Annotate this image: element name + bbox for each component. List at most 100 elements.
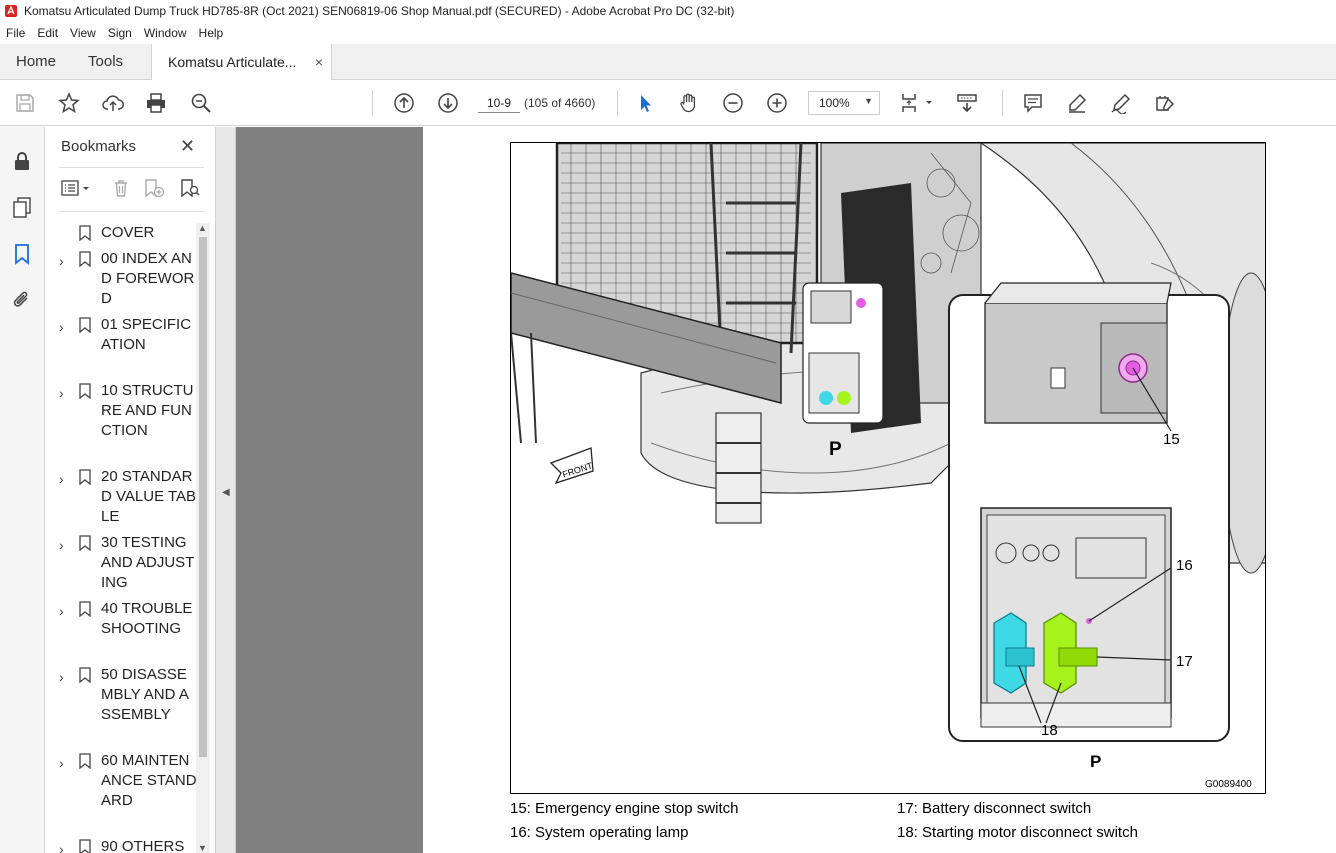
callout-15: 15: [1163, 431, 1180, 448]
next-page-icon[interactable]: [435, 90, 461, 116]
collapse-arrow-icon[interactable]: ◀: [222, 487, 230, 498]
menu-view[interactable]: View: [64, 26, 102, 40]
bookmark-label: 20 STANDARD VALUE TABLE: [101, 468, 197, 525]
menu-bar: File Edit View Sign Window Help: [0, 22, 1336, 44]
bookmark-flag-icon: [79, 839, 91, 853]
navigation-rail: [0, 127, 45, 853]
bookmarks-title: Bookmarks: [61, 138, 137, 155]
bookmark-scrollbar[interactable]: ▲ ▼: [196, 223, 210, 853]
chevron-right-icon[interactable]: ›: [59, 469, 69, 489]
bookmark-flag-icon: [79, 317, 91, 333]
tab-bar: Home Tools Komatsu Articulate... ×: [0, 44, 1336, 80]
lock-icon[interactable]: [9, 148, 35, 174]
bookmark-star-icon[interactable]: [56, 90, 82, 116]
bookmark-flag-icon: [79, 753, 91, 769]
chevron-right-icon[interactable]: ›: [59, 601, 69, 621]
toolbar-separator: [617, 90, 618, 116]
caption-17: 17: Battery disconnect switch: [897, 800, 1092, 817]
zoom-in-icon[interactable]: [764, 90, 790, 116]
zoom-search-icon[interactable]: [188, 90, 214, 116]
page-number-input[interactable]: 10-9: [478, 93, 520, 113]
bookmarks-panel-icon[interactable]: [9, 241, 35, 267]
scroll-down-icon[interactable]: ▼: [198, 843, 207, 853]
bookmarks-panel: Bookmarks ✕ COVER › 00 INDEX AND FOREWORD ›…: [45, 127, 216, 853]
zoom-select[interactable]: 100% ▼: [808, 91, 880, 115]
bookmark-label: 30 TESTING AND ADJUSTING: [101, 534, 195, 591]
document-viewer[interactable]: 15 16 17 18 FRONT P P G0089400 15: Emerg…: [236, 127, 1336, 853]
chevron-right-icon[interactable]: ›: [59, 667, 69, 687]
menu-file[interactable]: File: [0, 26, 31, 40]
bookmark-flag-icon: [79, 469, 91, 485]
menu-sign[interactable]: Sign: [102, 26, 138, 40]
view-label-p: P: [829, 439, 842, 460]
bookmark-flag-icon: [79, 225, 91, 241]
bookmark-label: 60 MAINTENANCE STANDARD: [101, 752, 197, 809]
callout-16: 16: [1176, 557, 1193, 574]
chevron-right-icon[interactable]: ›: [59, 535, 69, 555]
bookmark-label: COVER: [101, 224, 155, 241]
select-cursor-icon[interactable]: [632, 90, 658, 116]
pdf-page: 15 16 17 18 FRONT P P G0089400 15: Emerg…: [423, 127, 1336, 853]
close-icon[interactable]: ✕: [180, 136, 195, 157]
bookmark-flag-icon: [79, 535, 91, 551]
upload-cloud-icon[interactable]: [100, 90, 126, 116]
scroll-up-icon[interactable]: ▲: [198, 223, 207, 233]
chevron-right-icon[interactable]: ›: [59, 251, 69, 271]
bookmark-flag-icon: [79, 251, 91, 267]
detail-label-p: P: [1090, 752, 1101, 771]
zoom-out-icon[interactable]: [720, 90, 746, 116]
page-display-icon[interactable]: [898, 90, 938, 116]
previous-page-icon[interactable]: [391, 90, 417, 116]
tab-close-button[interactable]: ×: [315, 54, 323, 70]
tab-document[interactable]: Komatsu Articulate... ×: [151, 44, 333, 80]
chevron-right-icon[interactable]: ›: [59, 839, 69, 853]
tab-document-label: Komatsu Articulate...: [168, 54, 297, 70]
acrobat-icon: [5, 5, 17, 17]
comment-icon[interactable]: [1020, 90, 1046, 116]
menu-edit[interactable]: Edit: [31, 26, 64, 40]
scroll-mode-icon[interactable]: [954, 90, 980, 116]
main-toolbar: [0, 80, 1336, 126]
callout-17: 17: [1176, 653, 1193, 670]
bookmark-flag-icon: [79, 383, 91, 399]
chevron-down-icon: ▼: [864, 96, 873, 106]
page-thumbnails-icon[interactable]: [9, 194, 35, 220]
figure-id: G0089400: [1205, 779, 1252, 790]
save-icon[interactable]: [12, 90, 38, 116]
bookmark-label: 01 SPECIFICATION: [101, 316, 192, 353]
tab-tools[interactable]: Tools: [72, 44, 139, 79]
attachments-paperclip-icon[interactable]: [9, 287, 35, 313]
sign-pen-icon[interactable]: [1108, 90, 1134, 116]
highlight-pen-icon[interactable]: [1064, 90, 1090, 116]
print-icon[interactable]: [143, 90, 169, 116]
menu-help[interactable]: Help: [193, 26, 230, 40]
caption-18: 18: Starting motor disconnect switch: [897, 824, 1138, 841]
bookmark-flag-icon: [79, 601, 91, 617]
window-titlebar: Komatsu Articulated Dump Truck HD785-8R …: [0, 0, 1336, 22]
chevron-right-icon[interactable]: ›: [59, 317, 69, 337]
divider: [59, 211, 204, 212]
window-title: Komatsu Articulated Dump Truck HD785-8R …: [24, 4, 735, 18]
bookmark-label: 50 DISASSEMBLY AND ASSEMBLY: [101, 666, 189, 723]
bookmark-label: 10 STRUCTURE AND FUNCTION: [101, 382, 194, 439]
delete-bookmark-icon[interactable]: [111, 178, 131, 201]
chevron-right-icon[interactable]: ›: [59, 753, 69, 773]
bookmark-label: 40 TROUBLESHOOTING: [101, 600, 193, 637]
zoom-value: 100%: [819, 96, 850, 110]
search-bookmark-icon[interactable]: [179, 178, 201, 201]
scrollbar-thumb[interactable]: [199, 237, 207, 757]
options-menu-icon[interactable]: [61, 178, 93, 201]
toolbar-separator: [372, 90, 373, 116]
divider: [59, 167, 204, 168]
bookmark-tools: [59, 176, 204, 202]
callout-18: 18: [1041, 722, 1058, 739]
tab-home[interactable]: Home: [0, 44, 72, 79]
truck-drawing: 15 16 17 18 FRONT P P G0089400: [511, 143, 1265, 790]
toolbar-separator: [1002, 90, 1003, 116]
hand-tool-icon[interactable]: [676, 90, 702, 116]
redact-edit-icon[interactable]: [1152, 90, 1178, 116]
chevron-right-icon[interactable]: ›: [59, 383, 69, 403]
menu-window[interactable]: Window: [138, 26, 193, 40]
new-bookmark-icon[interactable]: [143, 178, 165, 201]
panel-collapse-handle[interactable]: ◀: [216, 127, 236, 853]
